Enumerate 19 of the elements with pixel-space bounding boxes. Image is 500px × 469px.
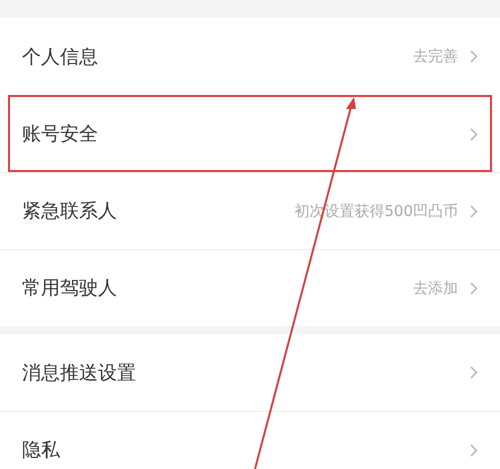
menu-value: 去添加 xyxy=(413,278,458,298)
menu-label: 隐私 xyxy=(22,438,61,463)
chevron-right-icon xyxy=(470,50,478,63)
chevron-right-icon xyxy=(470,128,478,140)
chevron-right-icon xyxy=(470,444,478,456)
chevron-right-icon xyxy=(470,204,478,218)
menu-label: 常用驾驶人 xyxy=(22,276,118,301)
menu-row[interactable]: 消息推送设置 xyxy=(0,334,500,411)
menu-label: 紧急联系人 xyxy=(22,199,118,224)
menu-label: 个人信息 xyxy=(22,44,99,70)
menu-row[interactable]: 个人信息 去完善 xyxy=(0,18,500,95)
menu-row[interactable]: 常用驾驶人 去添加 xyxy=(0,249,500,326)
menu-label: 账号安全 xyxy=(22,122,99,147)
menu-row[interactable]: 隐私 xyxy=(0,411,500,469)
menu-label: 消息推送设置 xyxy=(22,360,137,386)
menu-value: 去完善 xyxy=(413,47,458,66)
highlighted-menu-row[interactable]: 账号安全 xyxy=(8,95,492,172)
chevron-right-icon xyxy=(470,366,478,379)
chevron-right-icon xyxy=(470,282,478,294)
